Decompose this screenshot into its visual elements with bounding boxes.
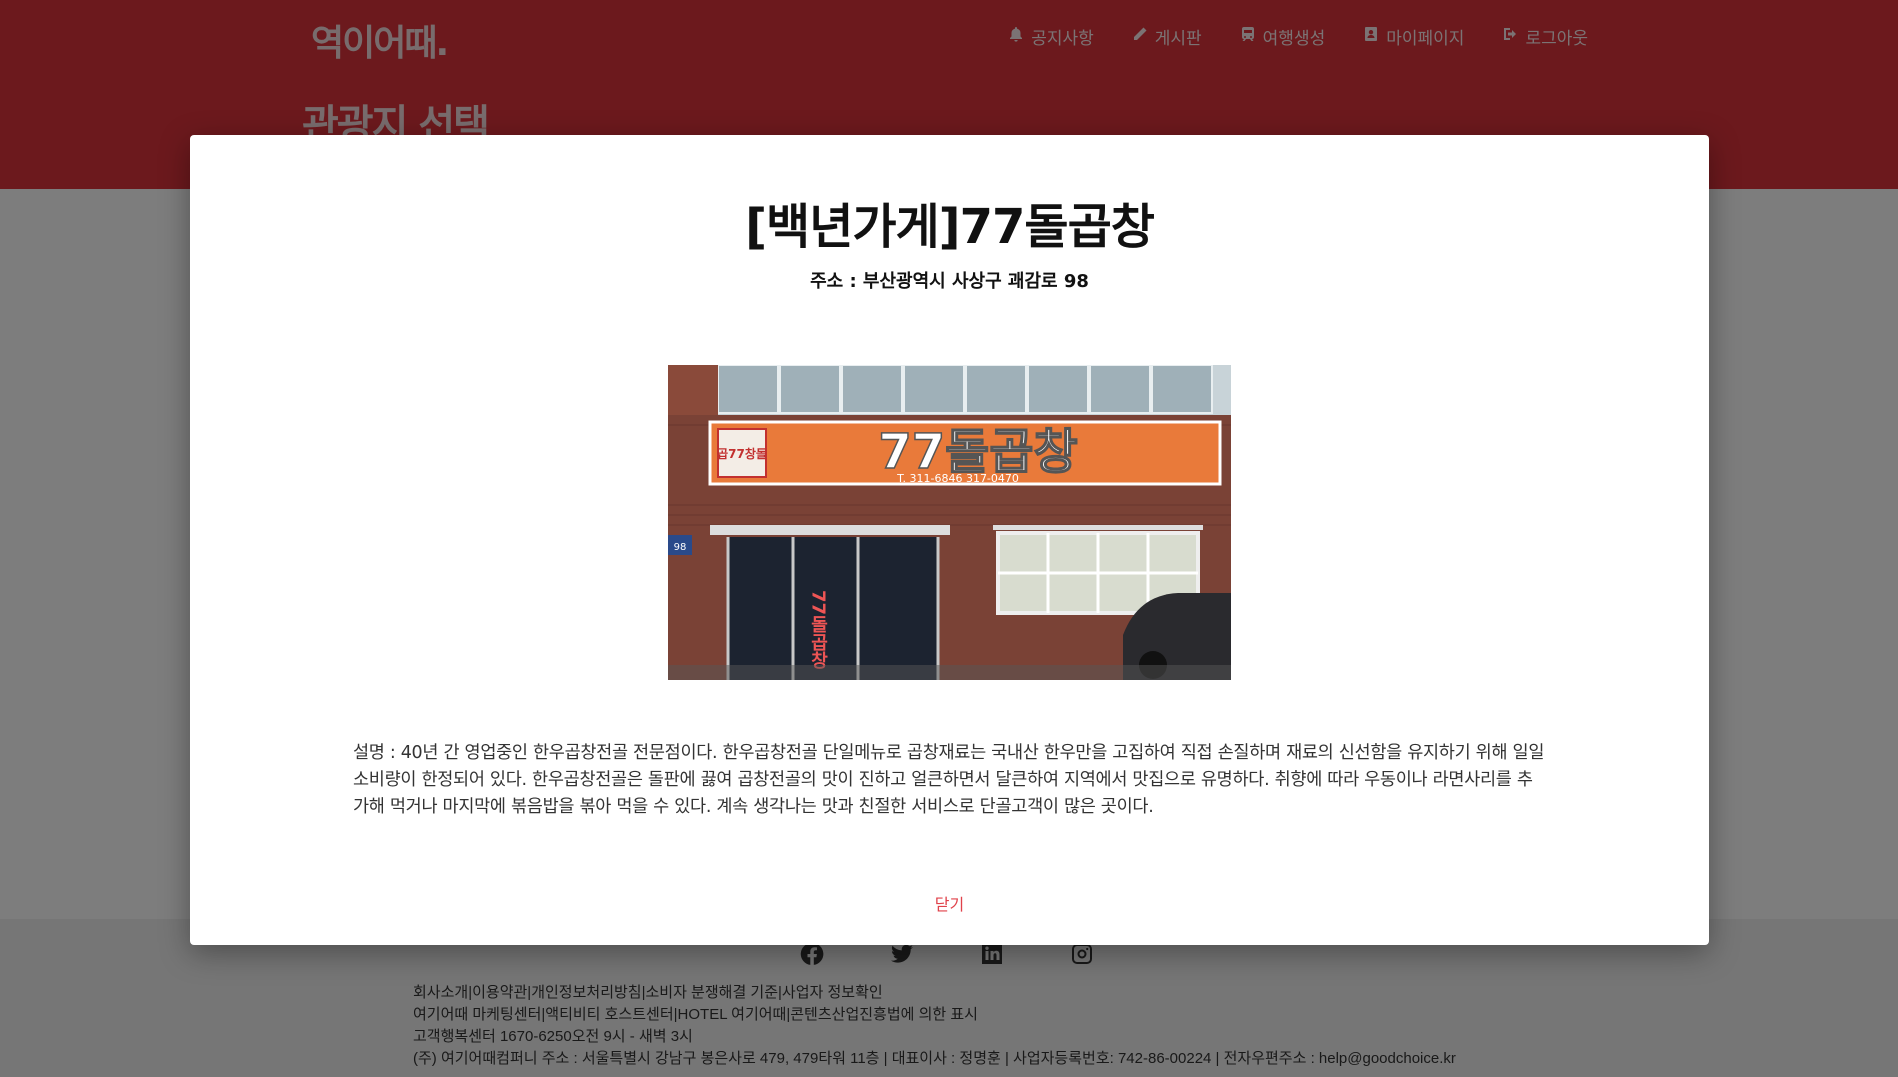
storefront-illustration: 곱77창돌 77돌곱창 T. 311-6846 317-0470 77돌곱창 9… (668, 365, 1231, 680)
modal-address: 주소 : 부산광역시 사상구 괘감로 98 (810, 271, 1089, 292)
sign-phone-text: T. 311-6846 317-0470 (896, 472, 1019, 485)
place-detail-modal: [백년가게]77돌곱창 주소 : 부산광역시 사상구 괘감로 98 곱77창돌 (190, 135, 1709, 945)
building-number: 98 (674, 542, 687, 553)
close-button[interactable]: 닫기 (190, 891, 1709, 915)
sign-badge-text: 곱77창돌 (717, 446, 767, 461)
modal-title: [백년가게]77돌곱창 (745, 199, 1155, 255)
place-description: 설명 : 40년 간 영업중인 한우곱창전골 전문점이다. 한우곱창전골 단일메… (353, 743, 1545, 817)
door-text: 77돌곱창 (808, 590, 829, 670)
place-photo: 곱77창돌 77돌곱창 T. 311-6846 317-0470 77돌곱창 9… (668, 365, 1231, 680)
